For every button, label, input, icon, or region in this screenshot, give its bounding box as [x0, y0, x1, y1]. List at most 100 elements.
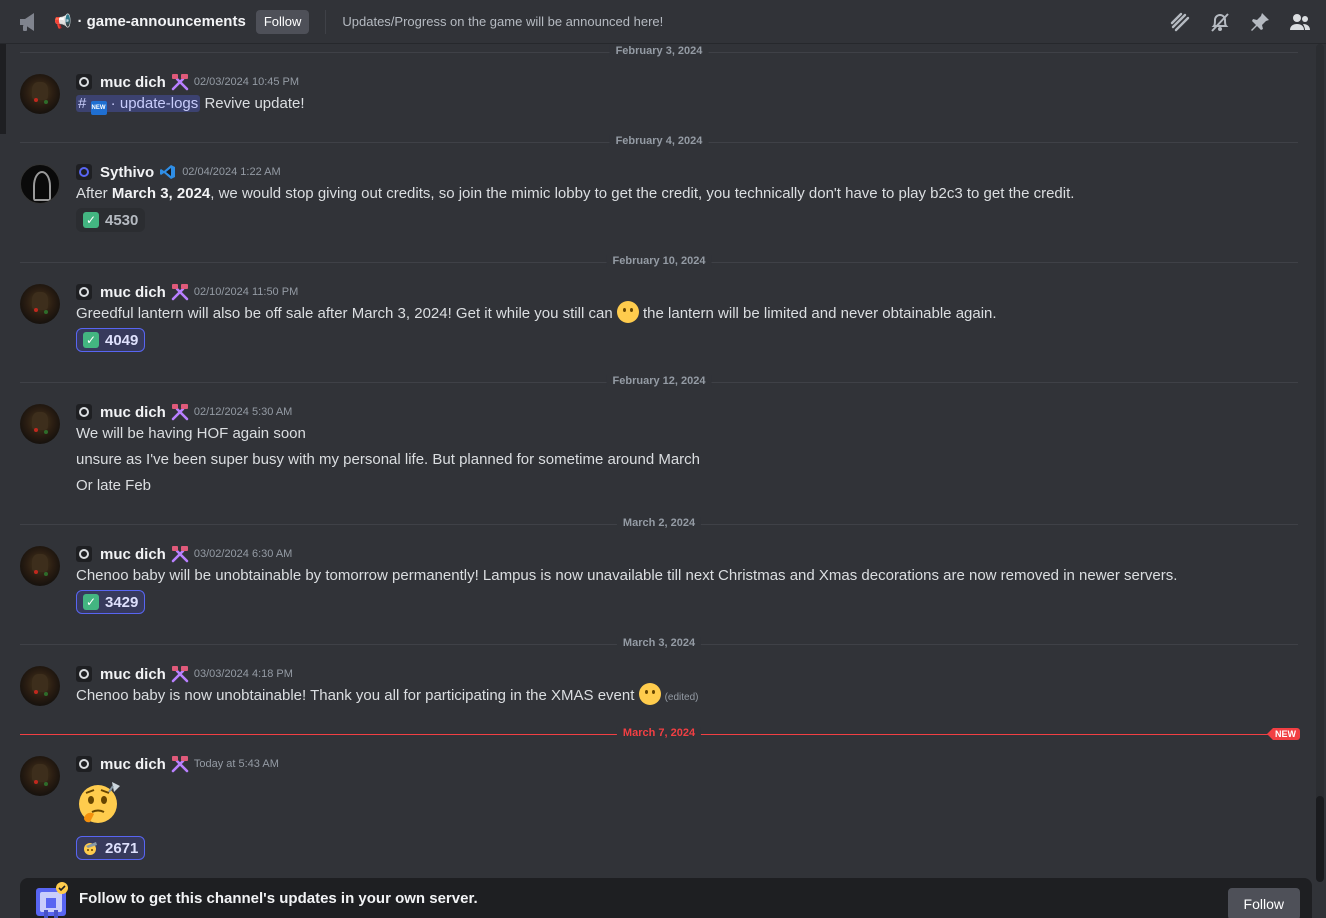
- follow-button[interactable]: Follow: [1227, 888, 1300, 918]
- message-header: muc dich Today at 5:43 AM: [76, 754, 279, 774]
- message-header: muc dich 02/12/2024 5:30 AM: [76, 402, 292, 422]
- check-mark-icon: ✓: [83, 332, 99, 348]
- date-divider-label: March 7, 2024: [616, 727, 702, 739]
- username[interactable]: muc dich: [100, 74, 166, 91]
- avatar[interactable]: [20, 164, 60, 204]
- header-divider: [325, 9, 327, 34]
- new-badge: NEW: [1267, 728, 1300, 740]
- bold-text: March 3, 2024: [111, 185, 211, 202]
- member-list-icon[interactable]: [1288, 10, 1312, 34]
- status-icon: [76, 756, 92, 772]
- timestamp[interactable]: Today at 5:43 AM: [194, 758, 279, 770]
- message-header: muc dich 03/03/2024 4:18 PM: [76, 664, 293, 684]
- date-divider-label: February 10, 2024: [606, 255, 712, 267]
- reaction-count: 2671: [105, 839, 139, 857]
- avatar[interactable]: [20, 284, 60, 324]
- timestamp[interactable]: 02/10/2024 11:50 PM: [194, 286, 298, 298]
- tools-role-icon[interactable]: [170, 402, 190, 422]
- date-divider-label: March 3, 2024: [616, 637, 702, 649]
- date-divider: February 10, 2024: [20, 255, 1298, 267]
- date-divider: March 3, 2024: [20, 637, 1298, 649]
- reaction-count: 4530: [105, 211, 139, 229]
- timestamp[interactable]: 02/03/2024 10:45 PM: [194, 76, 299, 88]
- new-emoji-icon: NEW: [90, 101, 107, 115]
- message-content: Chenoo baby is now unobtainable! Thank y…: [76, 683, 698, 711]
- vscode-role-icon[interactable]: [158, 162, 178, 182]
- follow-illustration-icon: [34, 880, 70, 918]
- message-content: # NEW · update-logs Revive update!: [76, 91, 305, 117]
- app-window: 📢 · game-announcements Follow Updates/Pr…: [0, 0, 1326, 918]
- username[interactable]: muc dich: [100, 666, 166, 683]
- scrollbar-thumb[interactable]: [1316, 796, 1324, 882]
- slight-smile-emoji-icon: [638, 683, 661, 705]
- megaphone-emoji-icon: 📢: [54, 13, 72, 29]
- username[interactable]: muc dich: [100, 404, 166, 421]
- tools-role-icon[interactable]: [170, 754, 190, 774]
- avatar[interactable]: [20, 546, 60, 586]
- pin-icon[interactable]: [1248, 10, 1272, 34]
- channel-header: 📢 · game-announcements Follow Updates/Pr…: [0, 0, 1326, 44]
- message-text: Revive update!: [204, 95, 305, 112]
- avatar[interactable]: [20, 756, 60, 796]
- date-divider: March 2, 2024: [20, 517, 1298, 529]
- username[interactable]: muc dich: [100, 756, 166, 773]
- message-content: Greedful lantern will also be off sale a…: [76, 301, 997, 327]
- notification-muted-icon[interactable]: [1208, 10, 1232, 34]
- slight-smile-emoji-icon: [616, 301, 639, 323]
- channel-mention[interactable]: # NEW · update-logs: [76, 95, 201, 115]
- message-header: Sythivo 02/04/2024 1:22 AM: [76, 162, 281, 182]
- date-divider: February 12, 2024: [20, 375, 1298, 387]
- scrollbar-track[interactable]: [1316, 44, 1324, 878]
- header-follow-button[interactable]: Follow: [255, 9, 310, 34]
- status-icon: [76, 284, 92, 300]
- avatar[interactable]: [20, 74, 60, 114]
- date-divider-label: March 2, 2024: [616, 517, 702, 529]
- status-icon: [76, 164, 92, 180]
- message-line: We will be having HOF again soon: [76, 425, 306, 442]
- thinking-face-emoji-icon[interactable]: [76, 778, 124, 826]
- timestamp[interactable]: 03/03/2024 4:18 PM: [194, 668, 293, 680]
- announcement-channel-icon: [18, 10, 46, 34]
- username[interactable]: muc dich: [100, 546, 166, 563]
- channel-name: · game-announcements: [77, 13, 246, 30]
- status-icon: [76, 74, 92, 90]
- reaction-button[interactable]: ✓ 4049: [76, 328, 146, 352]
- threads-icon[interactable]: [1168, 10, 1192, 34]
- channel-topic[interactable]: Updates/Progress on the game will be ann…: [342, 14, 663, 29]
- message-line: unsure as I've been super busy with my p…: [76, 451, 701, 468]
- reaction-button[interactable]: 2671: [76, 836, 146, 860]
- status-icon: [76, 404, 92, 420]
- date-divider-label: February 12, 2024: [606, 375, 712, 387]
- message-header: muc dich 03/02/2024 6:30 AM: [76, 544, 292, 564]
- check-mark-icon: ✓: [83, 212, 99, 228]
- avatar[interactable]: [20, 404, 60, 444]
- reaction-button[interactable]: ✓ 3429: [76, 590, 146, 614]
- timestamp[interactable]: 02/04/2024 1:22 AM: [182, 166, 280, 178]
- tools-role-icon[interactable]: [170, 72, 190, 92]
- tools-role-icon[interactable]: [170, 544, 190, 564]
- new-messages-divider: March 7, 2024 NEW: [20, 727, 1300, 740]
- tools-role-icon[interactable]: [170, 282, 190, 302]
- status-icon: [76, 546, 92, 562]
- edited-label: (edited): [664, 692, 699, 703]
- status-icon: [76, 666, 92, 682]
- tools-role-icon[interactable]: [170, 664, 190, 684]
- reaction-count: 3429: [105, 593, 139, 611]
- timestamp[interactable]: 02/12/2024 5:30 AM: [194, 406, 292, 418]
- check-mark-icon: ✓: [83, 594, 99, 610]
- username[interactable]: muc dich: [100, 284, 166, 301]
- date-divider: February 4, 2024: [20, 135, 1298, 147]
- message-list: February 3, 2024 muc dich 02/03/2024 10:…: [0, 44, 1312, 878]
- message-header: muc dich 02/10/2024 11:50 PM: [76, 282, 298, 302]
- reaction-button[interactable]: ✓ 4530: [76, 208, 146, 232]
- message-header: muc dich 02/03/2024 10:45 PM: [76, 72, 299, 92]
- reaction-count: 4049: [105, 331, 139, 349]
- date-divider-label: February 3, 2024: [609, 45, 709, 57]
- header-toolbar: [1168, 10, 1312, 34]
- follow-prompt-text: Follow to get this channel's updates in …: [79, 889, 478, 907]
- username[interactable]: Sythivo: [100, 164, 154, 181]
- follow-channel-bar: Follow to get this channel's updates in …: [20, 878, 1312, 918]
- date-divider: February 3, 2024: [20, 45, 1298, 57]
- timestamp[interactable]: 03/02/2024 6:30 AM: [194, 548, 292, 560]
- avatar[interactable]: [20, 666, 60, 706]
